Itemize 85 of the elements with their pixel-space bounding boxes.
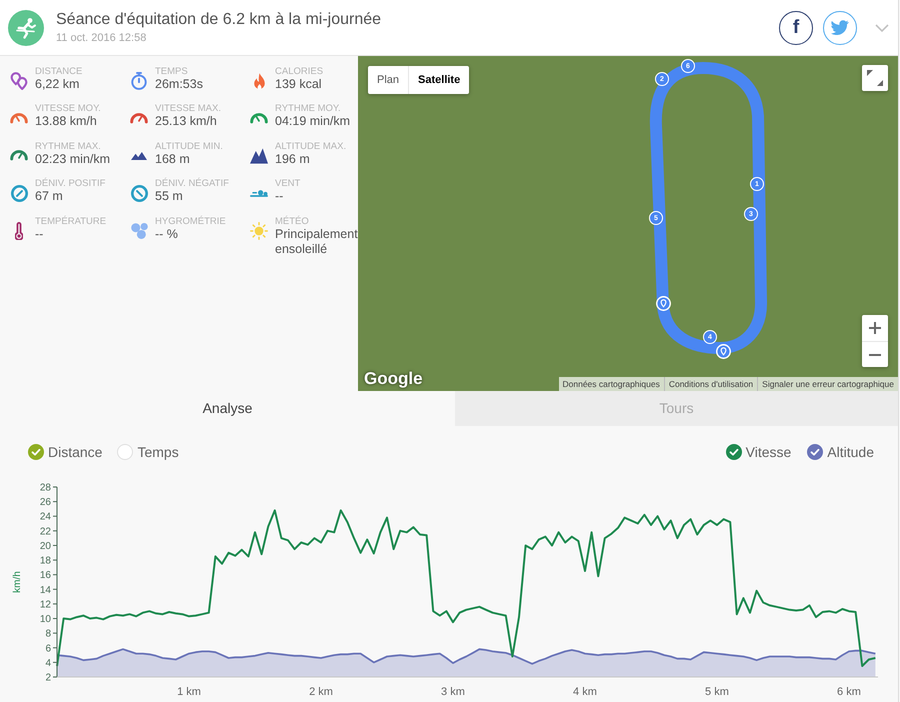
stat-label: ALTITUDE MIN. [155, 140, 223, 152]
stat-value: 67 m [35, 189, 64, 204]
axis-tick-label: 20 [40, 540, 51, 552]
axis-tick-label: 6 [45, 643, 51, 654]
axis-tick-label: 8 [45, 628, 51, 640]
gauge-icon [250, 112, 268, 124]
stat-label: CALORIES [275, 66, 324, 77]
gauge-icon [10, 112, 28, 124]
axis-tick-label: 24 [40, 512, 51, 523]
axis-tick-label: 1 km [177, 686, 201, 698]
stat-label: RYTHME MOY. [275, 103, 342, 114]
stat-value: -- % [155, 226, 179, 242]
axis-tick-label: 12 [40, 599, 51, 610]
stat-value: 25.13 km/h [155, 114, 218, 130]
stat-value: 26m:53s [155, 77, 203, 92]
axis-tick-label: 16 [40, 570, 51, 582]
axis-tick-label: 2 [45, 672, 51, 684]
share-button[interactable]: f [779, 10, 813, 44]
stat-label: DISTANCE [35, 66, 82, 77]
axis-option[interactable]: Temps [117, 442, 179, 462]
map-type-tab[interactable]: Satellite [408, 66, 470, 94]
map-footer-link[interactable]: Données cartographiques [558, 377, 664, 391]
stat-label: RYTHME MAX. [35, 140, 102, 152]
wind-icon [250, 190, 268, 197]
axis-tick-label: 6 km [837, 686, 861, 698]
axis-option[interactable]: Distance [28, 442, 102, 462]
stat-label: ALTITUDE MAX. [275, 140, 346, 152]
gauge-icon [130, 112, 148, 124]
minus-icon [869, 354, 881, 356]
rider-icon [8, 10, 44, 46]
stat-value: 13.88 km/h [35, 114, 98, 130]
gauge-icon [10, 150, 28, 162]
axis-title: km/h [12, 571, 23, 593]
stat-value: 6,22 km [35, 77, 80, 92]
map-type-tab[interactable]: Plan [368, 66, 408, 94]
stat-label: TEMPS [155, 66, 189, 77]
activity-title: Séance d'équitation de 6.2 km à la mi-journée [56, 10, 382, 30]
stat-value: 04:19 min/km [275, 114, 350, 130]
stopwatch-icon [131, 72, 147, 90]
axis-tick-label: 22 [40, 526, 51, 538]
stat-value: -- [35, 226, 44, 242]
thermometer-icon [15, 222, 23, 240]
stat-value: 168 m [155, 152, 191, 167]
flame-icon [254, 72, 264, 90]
stat-value: 02:23 min/km [35, 152, 110, 167]
bird-icon [831, 20, 849, 35]
axis-tick-label: 5 km [705, 686, 729, 698]
stat-value: 55 m [155, 189, 184, 204]
axis-tick-label: 18 [40, 556, 51, 567]
stat-label: TEMPÉRATURE [35, 216, 106, 227]
compass-icon [130, 184, 148, 202]
plus-icon [869, 322, 881, 334]
stat-label: VITESSE MAX. [155, 103, 221, 114]
axis-tick-label: 4 [45, 658, 51, 669]
map-pin-icon [716, 344, 731, 359]
stat-label: HYGROMÉTRIE [155, 216, 226, 227]
compass-icon [10, 184, 28, 202]
series-toggle[interactable]: Altitude [807, 442, 874, 462]
stat-label: DÉNIV. NÉGATIF [155, 178, 229, 190]
fullscreen-icon [866, 69, 884, 87]
bubbles-icon [130, 222, 148, 239]
axis-tick-label: 3 km [441, 686, 465, 698]
axis-tick-label: 26 [40, 497, 51, 508]
axis-tick-label: 10 [40, 614, 51, 626]
activity-date: 11 oct. 2016 12:58 [56, 31, 148, 45]
map-pins-icon [10, 72, 28, 90]
stat-label: MÉTÉO [275, 216, 310, 227]
map-provider-logo: Google [364, 369, 423, 389]
sun-icon [250, 222, 268, 240]
stat-value: 196 m [275, 152, 311, 167]
mountains-icon [131, 152, 147, 160]
stat-label: VENT [275, 178, 300, 190]
series-toggle[interactable]: Vitesse [726, 442, 792, 462]
mountains-icon [250, 148, 268, 164]
axis-tick-label: 4 km [573, 686, 597, 698]
stat-label: VITESSE MOY. [35, 103, 101, 114]
stat-label: DÉNIV. POSITIF [35, 178, 106, 190]
stat-value: -- [275, 189, 284, 204]
stat-value: 139 kcal [275, 77, 323, 92]
axis-tick-label: 14 [40, 584, 51, 596]
axis-tick-label: 2 km [309, 686, 333, 698]
stat-value: Principalement ensoleillé [275, 226, 358, 257]
fullscreen-button[interactable] [862, 65, 888, 91]
map-pin-icon [656, 296, 671, 311]
axis-tick-label: 28 [40, 482, 51, 494]
